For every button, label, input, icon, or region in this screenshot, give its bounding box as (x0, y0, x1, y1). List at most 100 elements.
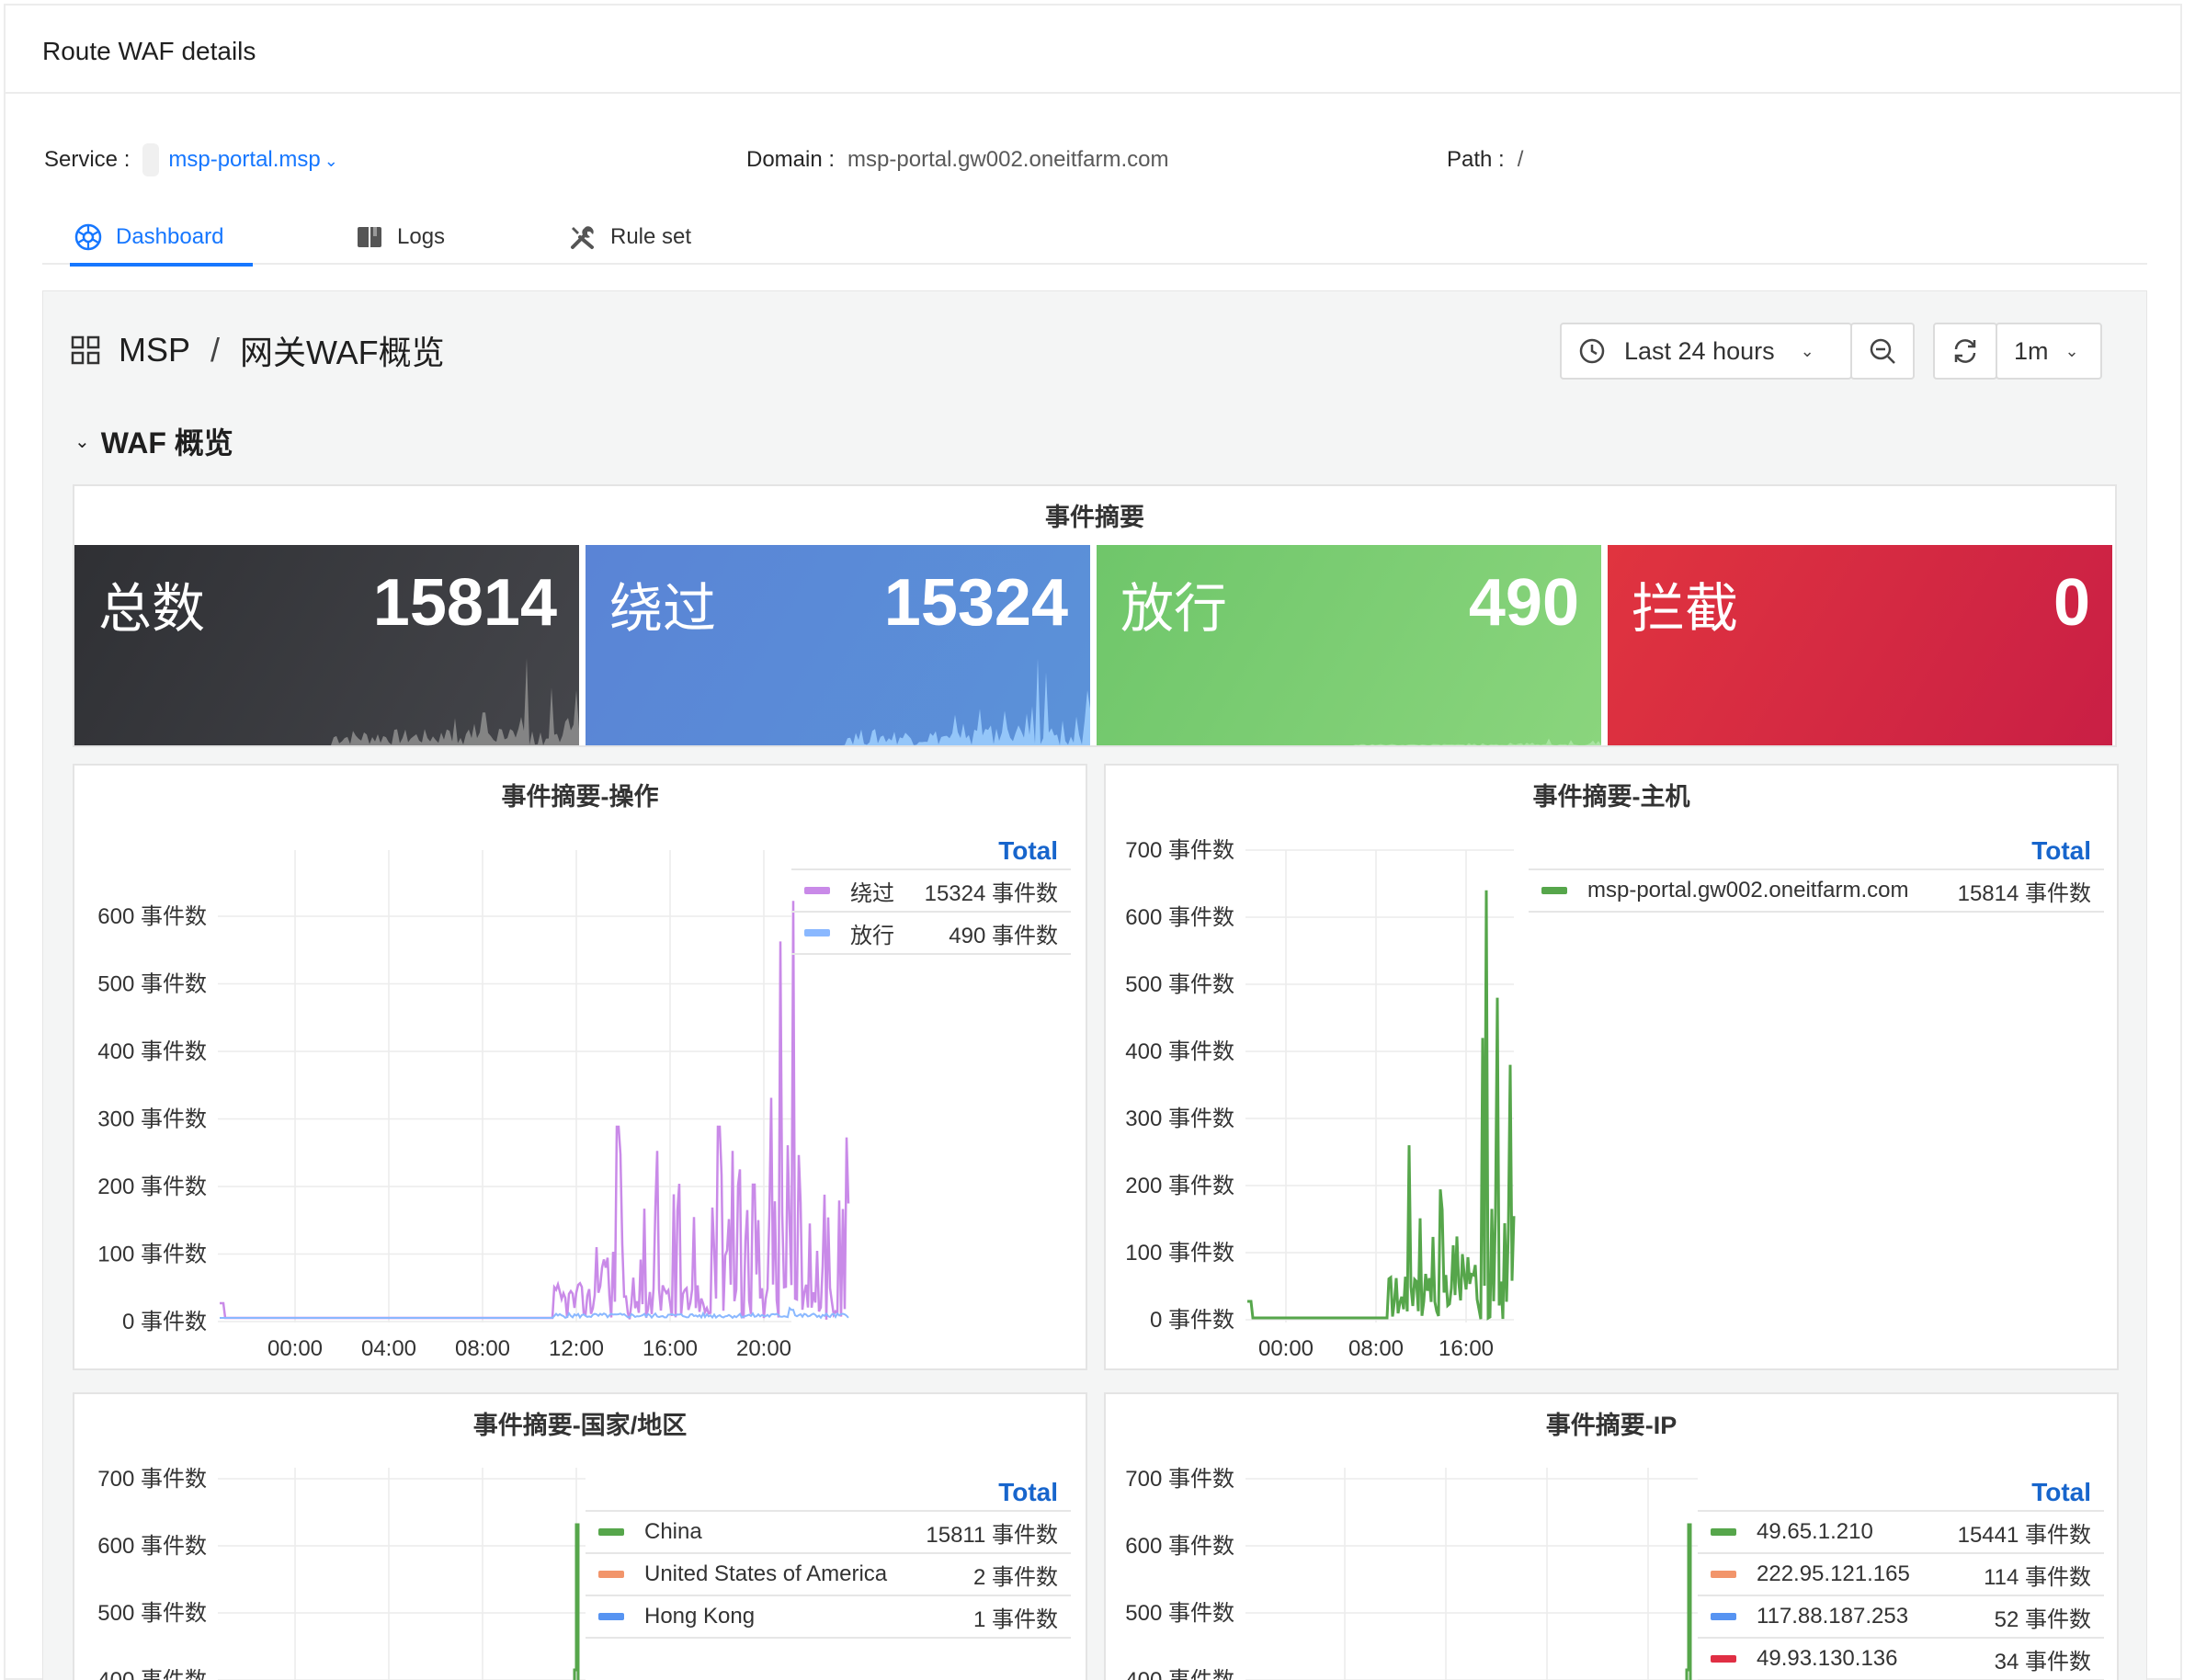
legend-series-total: 15441 事件数 (1957, 1522, 2091, 1548)
path-info: Path : / (1447, 142, 1523, 178)
refresh-interval-label: 1m (2014, 336, 2049, 365)
legend-series-total: 34 事件数 (1994, 1649, 2091, 1674)
legend-swatch (598, 1528, 624, 1536)
breadcrumb-separator: / (210, 331, 221, 369)
breadcrumb-dashboard[interactable]: 网关WAF概览 (240, 326, 445, 374)
stat-tile: 绕过 15324 (586, 545, 1090, 745)
legend-header-total[interactable]: Total (1698, 1475, 2104, 1512)
legend-swatch (804, 887, 830, 894)
page-title: Route WAF details (42, 37, 256, 65)
series-line-china (573, 1523, 580, 1680)
legend-item[interactable]: China 15811 事件数 (586, 1512, 1071, 1554)
x-tick-label: 20:00 (736, 1336, 791, 1361)
legend-swatch (1711, 1528, 1736, 1536)
y-tick-label: 400 事件数 (97, 1668, 207, 1680)
refresh-icon (1954, 339, 1976, 363)
x-tick-label: 16:00 (1439, 1336, 1494, 1361)
chevron-down-icon: ⌄ (74, 431, 90, 452)
y-tick-label: 200 事件数 (97, 1175, 207, 1199)
legend-header-total[interactable]: Total (1529, 834, 2104, 870)
breadcrumb-folder[interactable]: MSP (119, 331, 190, 369)
path-value: / (1517, 147, 1524, 172)
zoom-out-icon (1870, 338, 1895, 364)
row-header-waf-overview[interactable]: ⌄ WAF 概览 (74, 420, 233, 462)
x-tick-label: 08:00 (455, 1336, 510, 1361)
y-tick-label: 500 事件数 (97, 972, 207, 997)
dashboard-icon (74, 223, 102, 251)
y-tick-label: 600 事件数 (97, 1534, 207, 1559)
legend-series-name: 49.93.130.136 (1757, 1646, 1898, 1671)
sparkline-area (1097, 738, 1601, 745)
legend-series-total: 2 事件数 (972, 1564, 1058, 1590)
legend-swatch (1711, 1655, 1736, 1663)
legend-item[interactable]: 49.65.1.210 15441 事件数 (1698, 1512, 2104, 1554)
y-tick-label: 100 事件数 (97, 1243, 207, 1267)
tools-icon (571, 226, 594, 249)
refresh-interval-picker[interactable]: 1m ⌄ (1996, 323, 2102, 380)
tab-label: Dashboard (116, 224, 224, 249)
legend-header-total[interactable]: Total (586, 1475, 1071, 1512)
legend-series-name: 222.95.121.165 (1757, 1561, 1910, 1586)
tab-label: Rule set (610, 224, 692, 249)
series-line-bypass (220, 901, 850, 1320)
legend-header-total[interactable]: Total (791, 834, 1071, 870)
events-by-country-legend: Total China 15811 事件数 United States of Amer… (586, 1475, 1071, 1639)
panel-events-by-ip: 事件摘要-IP 700 事件数600 事件数500 事件数400 事件数 Tot… (1104, 1392, 2119, 1680)
tab-bar: Dashboard Logs Rule set (42, 210, 2147, 267)
legend-item[interactable]: 117.88.187.253 52 事件数 (1698, 1596, 2104, 1639)
x-tick-label: 08:00 (1348, 1336, 1404, 1361)
time-range-picker[interactable]: Last 24 hours ⌄ (1560, 323, 1852, 380)
legend-item[interactable]: 222.95.121.165 114 事件数 (1698, 1554, 2104, 1596)
page-header: Route WAF details (6, 6, 2180, 94)
domain-label: Domain : (746, 147, 836, 172)
legend-item[interactable]: United States of America 2 事件数 (586, 1554, 1071, 1596)
zoom-out-button[interactable] (1850, 323, 1915, 380)
legend-series-name: 放行 (850, 923, 894, 948)
stat-value: 490 (1468, 566, 1579, 640)
tab-logs[interactable]: Logs (355, 210, 445, 265)
series-line-host (1247, 890, 1516, 1321)
legend-item[interactable]: Hong Kong 1 事件数 (586, 1596, 1071, 1639)
legend-item[interactable]: 49.93.130.136 34 事件数 (1698, 1639, 2104, 1680)
legend-item[interactable]: msp-portal.gw002.oneitfarm.com 15814 事件数 (1529, 870, 2104, 913)
panel-events-by-action: 事件摘要-操作 600 事件数 500 事件数 400 事件数 300 事件数 200 … (73, 764, 1087, 1370)
route-info-row: Service : msp-portal.msp ⌄ Domain : msp-p… (6, 142, 2180, 178)
service-select[interactable]: msp-portal.msp ⌄ (168, 147, 337, 173)
tab-dashboard[interactable]: Dashboard (69, 210, 254, 267)
legend-item[interactable]: 绕过 15324 事件数 (791, 870, 1071, 913)
time-range-label: Last 24 hours (1624, 336, 1775, 365)
panel-event-summary: 事件摘要 总数 15814 绕过 15324 放行 490 拦截 0 (73, 484, 2117, 747)
series-line-allow (220, 1306, 849, 1320)
legend-item[interactable]: 放行 490 事件数 (791, 913, 1071, 955)
legend-series-name: 117.88.187.253 (1757, 1604, 1909, 1629)
path-label: Path : (1447, 147, 1505, 172)
chevron-down-icon: ⌄ (324, 152, 338, 170)
x-tick-label: 00:00 (1258, 1336, 1314, 1361)
y-tick-label: 600 事件数 (1125, 1534, 1234, 1559)
x-tick-label: 12:00 (549, 1336, 604, 1361)
refresh-button[interactable] (1933, 323, 1997, 380)
events-by-ip-legend: Total 49.65.1.210 15441 事件数 222.95.121.165 1… (1698, 1475, 2104, 1680)
legend-swatch (598, 1571, 624, 1578)
y-tick-label: 500 事件数 (1125, 1601, 1234, 1626)
legend-series-name: United States of America (644, 1561, 888, 1586)
stat-label: 拦截 (1632, 579, 1739, 639)
tab-rule-set[interactable]: Rule set (568, 210, 691, 265)
chevron-down-icon: ⌄ (2064, 341, 2079, 360)
legend-series-total: 1 事件数 (972, 1606, 1058, 1632)
y-tick-label: 0 事件数 (122, 1310, 207, 1334)
stat-sparkline (1097, 738, 1601, 745)
dashboard-breadcrumb: MSP / 网关WAF概览 (71, 328, 445, 372)
y-tick-label: 300 事件数 (97, 1107, 207, 1132)
tab-label: Logs (397, 224, 446, 249)
route-waf-page: Route WAF details Service : msp-portal.m… (4, 4, 2182, 1680)
y-tick-label: 300 事件数 (1125, 1107, 1234, 1131)
sparkline-area (586, 658, 1090, 745)
y-tick-label: 0 事件数 (1150, 1308, 1234, 1333)
legend-swatch (598, 1613, 624, 1620)
stat-label: 总数 (98, 579, 206, 639)
y-tick-label: 500 事件数 (97, 1601, 207, 1626)
stat-tile: 放行 490 (1097, 545, 1601, 745)
y-tick-label: 700 事件数 (1125, 838, 1234, 863)
y-tick-label: 600 事件数 (97, 904, 207, 929)
